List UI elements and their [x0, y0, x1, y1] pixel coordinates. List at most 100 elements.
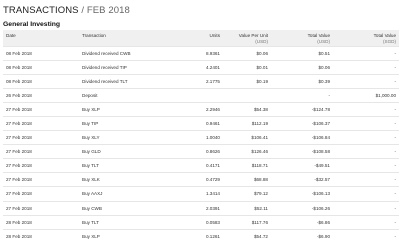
column-header-value-per-unit: Value Per Unit (USD) [223, 30, 271, 46]
cell-transaction: Buy TLT [79, 158, 177, 173]
cell-total-value-usd: $0.39 [271, 73, 333, 89]
cell-value-per-unit: $106.41 [223, 130, 271, 145]
table-body: 08 Feb 2018 Dividend received CWB 8.9361 $0… [3, 45, 399, 243]
column-header-total-value-usd-label: Total Value [307, 33, 330, 38]
cell-total-value-sgd: - [333, 186, 399, 202]
section-title: General Investing [3, 21, 61, 28]
cell-date: 27 Feb 2018 [3, 130, 79, 145]
column-header-transaction: Transaction [82, 33, 106, 38]
transactions-table: Date Transaction Units Value Per Unit (US… [3, 30, 399, 243]
cell-transaction: Deposit [79, 87, 177, 103]
cell-transaction: Buy XLY [79, 130, 177, 145]
cell-units: 0.1261 [177, 228, 223, 243]
cell-value-per-unit [223, 87, 271, 103]
column-header-value-per-unit-currency: (USD) [255, 39, 268, 44]
table-row: 27 Feb 2018 Buy GLD 0.8626 $126.46 -$108.58- [3, 144, 399, 159]
column-header-total-value-sgd: Total Value (SGD) [333, 30, 399, 46]
cell-value-per-unit: $52.11 [223, 200, 271, 216]
cell-value-per-unit: $118.71 [223, 158, 271, 173]
cell-transaction: Buy XLP [79, 228, 177, 243]
table-row: 08 Feb 2018 Dividend received TLT 2.1775 $0… [3, 73, 399, 89]
cell-transaction: Buy TIP [79, 115, 177, 131]
cell-transaction: Buy CWB [79, 200, 177, 216]
cell-transaction: Buy XLP [79, 101, 177, 117]
cell-total-value-sgd: - [333, 158, 399, 173]
cell-date: 27 Feb 2018 [3, 200, 79, 216]
cell-total-value-usd: -$49.51 [271, 158, 333, 173]
cell-total-value-sgd: - [333, 200, 399, 216]
cell-date: 27 Feb 2018 [3, 101, 79, 117]
cell-total-value-sgd: - [333, 172, 399, 187]
table-header-row: Date Transaction Units Value Per Unit (US… [3, 30, 399, 46]
page-title-period: FEB 2018 [86, 5, 130, 16]
column-header-date: Date [6, 33, 16, 38]
cell-date: 28 Feb 2018 [3, 228, 79, 243]
cell-total-value-usd: -$6.86 [271, 214, 333, 230]
table-row: 27 Feb 2018 Buy XLY 1.0040 $106.41 -$106.84- [3, 130, 399, 145]
table-row: 27 Feb 2018 Buy TIP 0.9461 $112.19 -$106.37- [3, 115, 399, 131]
table-row: 26 Feb 2018 Deposit - $1,000.00 [3, 87, 399, 103]
cell-transaction: Dividend received TLT [79, 73, 177, 89]
cell-total-value-sgd: - [333, 45, 399, 61]
cell-value-per-unit: $54.38 [223, 101, 271, 117]
page-title: TRANSACTIONS / FEB 2018 [3, 4, 397, 18]
cell-total-value-sgd: - [333, 101, 399, 117]
table-row: 28 Feb 2018 Buy TLT 0.0583 $117.76 -$6.86- [3, 214, 399, 230]
cell-total-value-sgd: - [333, 115, 399, 131]
cell-total-value-sgd: $1,000.00 [333, 87, 399, 103]
cell-date: 27 Feb 2018 [3, 115, 79, 131]
cell-units: 0.9461 [177, 115, 223, 131]
column-header-total-value-usd-currency: (USD) [317, 39, 330, 44]
cell-total-value-usd: - [271, 87, 333, 103]
table-row: 27 Feb 2018 Buy CWB 2.0391 $52.11 -$106.26- [3, 200, 399, 216]
cell-transaction: Dividend received CWB [79, 45, 177, 61]
cell-total-value-usd: -$108.58 [271, 144, 333, 159]
column-header-value-per-unit-label: Value Per Unit [238, 33, 268, 38]
cell-date: 27 Feb 2018 [3, 144, 79, 159]
page-title-main: TRANSACTIONS [3, 5, 79, 16]
cell-date: 27 Feb 2018 [3, 172, 79, 187]
cell-value-per-unit: $117.76 [223, 214, 271, 230]
cell-units: 0.4729 [177, 172, 223, 187]
cell-total-value-usd: $0.51 [271, 45, 333, 61]
cell-transaction: Buy GLD [79, 144, 177, 159]
column-header-total-value-sgd-label: Total Value [373, 33, 396, 38]
cell-units: 0.4171 [177, 158, 223, 173]
cell-value-per-unit: $68.88 [223, 172, 271, 187]
cell-total-value-sgd: - [333, 59, 399, 75]
cell-total-value-sgd: - [333, 73, 399, 89]
cell-total-value-sgd: - [333, 144, 399, 159]
cell-total-value-usd: -$6.90 [271, 228, 333, 243]
cell-transaction: Buy AAXJ [79, 186, 177, 202]
cell-units: 2.1775 [177, 73, 223, 89]
cell-units: 4.2401 [177, 59, 223, 75]
cell-total-value-usd: $0.06 [271, 59, 333, 75]
cell-date: 08 Feb 2018 [3, 45, 79, 61]
table-row: 08 Feb 2018 Dividend received TIP 4.2401 $0… [3, 59, 399, 75]
cell-units: 0.0583 [177, 214, 223, 230]
cell-date: 27 Feb 2018 [3, 186, 79, 202]
cell-total-value-sgd: - [333, 228, 399, 243]
cell-total-value-usd: -$106.84 [271, 130, 333, 145]
table-row: 27 Feb 2018 Buy XLK 0.4729 $68.88 -$32.57- [3, 172, 399, 187]
table-row: 27 Feb 2018 Buy XLP 2.2946 $54.38 -$124.78- [3, 101, 399, 117]
cell-units: 1.3414 [177, 186, 223, 202]
cell-transaction: Buy XLK [79, 172, 177, 187]
cell-units: 2.2946 [177, 101, 223, 117]
cell-date: 08 Feb 2018 [3, 73, 79, 89]
cell-value-per-unit: $79.12 [223, 186, 271, 202]
table-row: 27 Feb 2018 Buy AAXJ 1.3414 $79.12 -$106.13- [3, 186, 399, 202]
table-row: 27 Feb 2018 Buy TLT 0.4171 $118.71 -$49.51- [3, 158, 399, 173]
cell-date: 28 Feb 2018 [3, 214, 79, 230]
cell-date: 26 Feb 2018 [3, 87, 79, 103]
title-separator: / [78, 5, 87, 16]
cell-total-value-usd: -$106.37 [271, 115, 333, 131]
cell-value-per-unit: $0.06 [223, 45, 271, 61]
cell-units: 8.9361 [177, 45, 223, 61]
cell-total-value-usd: -$106.26 [271, 200, 333, 216]
cell-units: 1.0040 [177, 130, 223, 145]
column-header-units: Units [209, 33, 220, 38]
cell-value-per-unit: $54.72 [223, 228, 271, 243]
cell-date: 27 Feb 2018 [3, 158, 79, 173]
column-header-total-value-sgd-currency: (SGD) [382, 39, 396, 44]
